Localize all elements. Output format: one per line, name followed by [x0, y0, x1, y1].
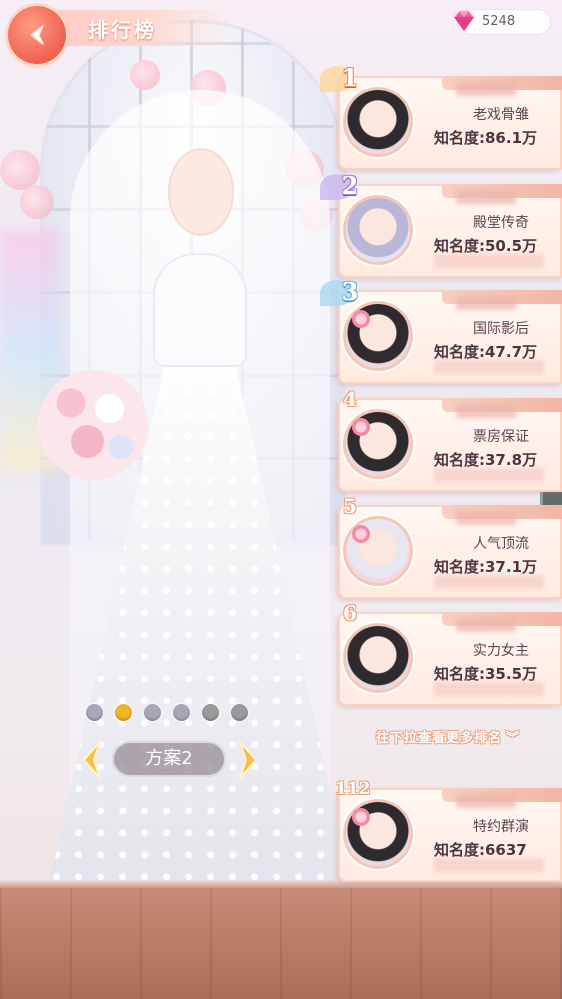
previous-scheme-button[interactable]: [78, 738, 108, 782]
flower-icon: [352, 310, 370, 328]
rank-title: 国际影后: [473, 321, 529, 337]
player-avatar: [346, 304, 410, 368]
back-button[interactable]: [8, 6, 66, 64]
rank-number: 3: [341, 276, 359, 306]
page-dot[interactable]: [86, 704, 103, 721]
blurred-info: [434, 858, 544, 872]
chevron-right-icon: [239, 741, 257, 779]
rank-number: 112: [335, 779, 371, 799]
rank-title: 人气顶流: [473, 536, 529, 552]
rank-card[interactable]: 5 人气顶流 知名度:37.1万: [338, 494, 562, 599]
rank-title: 殿堂传奇: [473, 215, 529, 231]
blurred-info: [434, 575, 544, 589]
rank-title: 实力女主: [473, 643, 529, 659]
fame-value: 知名度:47.7万: [434, 343, 538, 361]
next-scheme-button[interactable]: [232, 738, 262, 782]
wooden-floor: [0, 888, 562, 999]
rank-card[interactable]: 6 实力女主 知名度:35.5万: [338, 601, 562, 706]
rank-card[interactable]: 1 老戏骨雏 知名度:86.1万: [320, 63, 562, 170]
blurred-info: [434, 468, 544, 482]
currency-value: 5248: [482, 14, 516, 29]
back-arrow-icon: [30, 25, 44, 45]
rank-number: 1: [341, 62, 359, 92]
outfit-page-dots: [86, 704, 248, 721]
player-name-blurred: [456, 190, 516, 204]
page-dot-active[interactable]: [115, 704, 132, 721]
player-avatar: [346, 626, 410, 690]
page-title: 排行榜: [88, 18, 157, 42]
player-avatar: [346, 198, 410, 262]
rank-card[interactable]: 3 国际影后 知名度:47.7万: [320, 277, 562, 384]
flower-icon: [352, 418, 370, 436]
player-name-blurred: [456, 618, 516, 632]
fame-value: 知名度:6637: [434, 841, 527, 859]
blurred-info: [434, 360, 544, 374]
fame-value: 知名度:37.8万: [434, 451, 538, 469]
blurred-info: [434, 254, 544, 268]
player-name-blurred: [456, 404, 516, 418]
bridal-bouquet: [38, 370, 148, 480]
fame-value: 知名度:37.1万: [434, 558, 538, 576]
chevron-left-icon: [83, 741, 101, 779]
page-dot[interactable]: [173, 704, 190, 721]
player-avatar: [346, 519, 410, 583]
rank-title: 票房保证: [473, 429, 529, 445]
more-rankings-label: 往下拉查看更多排名: [376, 731, 503, 746]
blurred-info: [434, 682, 544, 696]
character-face: [170, 150, 232, 234]
gem-icon: [453, 10, 475, 33]
player-name-blurred: [456, 82, 516, 96]
fame-value: 知名度:50.5万: [434, 237, 538, 255]
player-name-blurred: [456, 794, 516, 808]
rank-card[interactable]: 2 殿堂传奇 知名度:50.5万: [320, 171, 562, 278]
player-avatar: [346, 412, 410, 476]
rank-number: 5: [343, 494, 357, 518]
gown-bodice: [155, 255, 245, 365]
fame-value: 知名度:86.1万: [434, 129, 538, 147]
rank-title: 老戏骨雏: [473, 107, 529, 123]
rank-number: 2: [341, 170, 359, 200]
player-name-blurred: [456, 296, 516, 310]
fame-value: 知名度:35.5万: [434, 665, 538, 683]
more-rankings-hint[interactable]: 往下拉查看更多排名 ︾: [376, 727, 520, 746]
currency-counter[interactable]: 5248: [453, 10, 550, 34]
rank-number: 4: [343, 387, 357, 411]
self-rank-card[interactable]: 112 特约群演 知名度:6637: [335, 779, 562, 882]
flower-icon: [352, 525, 370, 543]
double-chevron-down-icon: ︾: [506, 731, 521, 746]
player-name-blurred: [456, 511, 516, 525]
page-dot[interactable]: [144, 704, 161, 721]
rank-card[interactable]: 4 票房保证 知名度:37.8万: [338, 387, 562, 492]
page-dot[interactable]: [231, 704, 248, 721]
page-dot[interactable]: [202, 704, 219, 721]
flower-icon: [352, 808, 370, 826]
player-avatar: [346, 90, 410, 154]
rose-decoration: [130, 60, 160, 90]
rank-title: 特约群演: [473, 819, 529, 835]
player-avatar: [346, 802, 410, 866]
scheme-label[interactable]: 方案2: [112, 741, 226, 777]
rank-number: 6: [343, 601, 357, 625]
